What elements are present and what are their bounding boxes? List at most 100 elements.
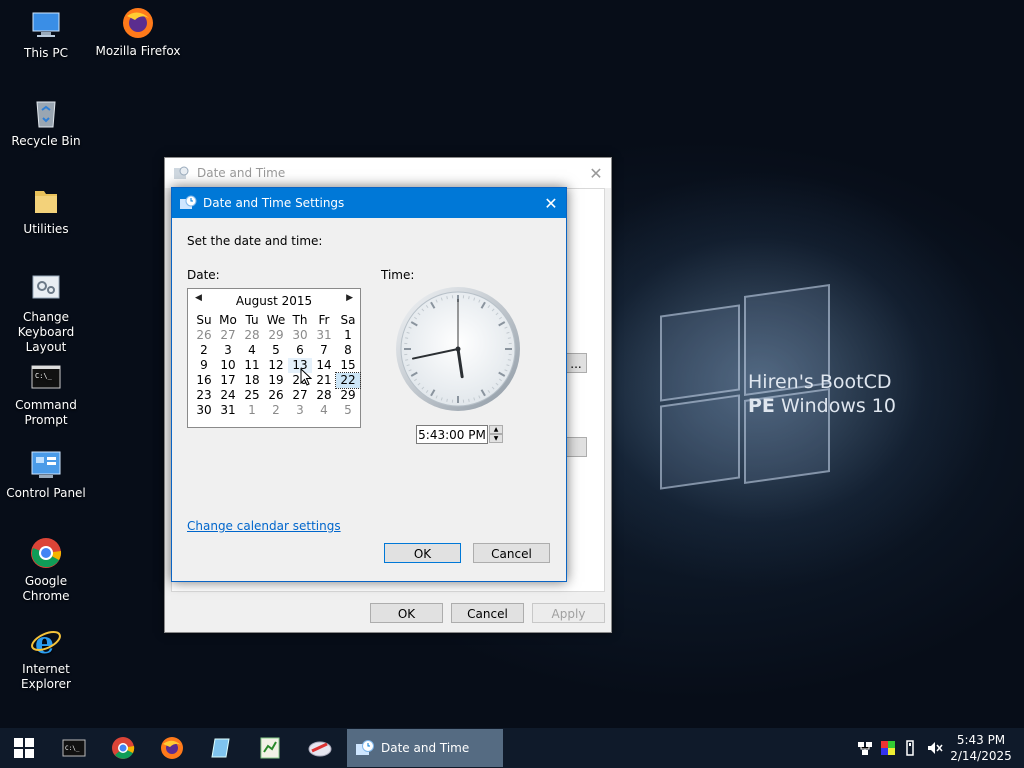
- close-icon[interactable]: ✕: [536, 194, 566, 213]
- calendar-day[interactable]: 4: [312, 403, 336, 418]
- taskbar-spreadsheet[interactable]: [246, 728, 294, 768]
- taskbar-tool[interactable]: [296, 728, 344, 768]
- desktop-icon-google-chrome[interactable]: Google Chrome: [0, 536, 92, 604]
- ok-button[interactable]: OK: [384, 543, 461, 563]
- start-button[interactable]: [0, 728, 48, 768]
- taskbar-active-date-and-time[interactable]: Date and Time: [347, 729, 503, 767]
- title-bar[interactable]: Date and Time Settings ✕: [172, 188, 566, 218]
- taskbar-firefox[interactable]: [148, 728, 196, 768]
- time-label: Time:: [381, 268, 415, 282]
- calendar-week: 26 27 28 29 30 31 1: [192, 328, 360, 343]
- calendar-day[interactable]: 27: [216, 328, 240, 343]
- apply-button[interactable]: Apply: [532, 603, 605, 623]
- desktop-icon-firefox[interactable]: Mozilla Firefox: [92, 6, 184, 59]
- clock-tick: [446, 398, 448, 402]
- calendar-day[interactable]: 11: [240, 358, 264, 373]
- mouse-cursor-icon: [300, 368, 312, 386]
- desktop-icon-internet-explorer[interactable]: e Internet Explorer: [0, 624, 92, 692]
- calendar-day[interactable]: 5: [264, 343, 288, 358]
- calendar-day[interactable]: 4: [240, 343, 264, 358]
- tool-icon: [308, 741, 332, 757]
- chrome-icon: [112, 737, 135, 759]
- calendar-day[interactable]: 16: [192, 373, 216, 388]
- weekday-header: Tu: [245, 313, 259, 327]
- date-label: Date:: [187, 268, 220, 282]
- calendar-day[interactable]: 2: [192, 343, 216, 358]
- desktop-icon-utilities[interactable]: Utilities: [0, 184, 92, 237]
- desktop-icon-label: Recycle Bin: [11, 134, 81, 148]
- calendar-day[interactable]: 26: [264, 388, 288, 403]
- calendar-day[interactable]: 12: [264, 358, 288, 373]
- spreadsheet-icon: [260, 737, 280, 759]
- calendar-day[interactable]: 30: [192, 403, 216, 418]
- calendar-day[interactable]: 31: [312, 328, 336, 343]
- desktop-icon-this-pc[interactable]: This PC: [0, 8, 92, 61]
- calendar-week: 30 31 1 2 3 4 5: [192, 403, 360, 418]
- calendar-day[interactable]: 3: [216, 343, 240, 358]
- calendar-day[interactable]: 14: [312, 358, 336, 373]
- taskbar-notepad[interactable]: [197, 728, 245, 768]
- calendar-day[interactable]: 27: [288, 388, 312, 403]
- calendar-day[interactable]: 30: [288, 328, 312, 343]
- svg-text:e: e: [35, 626, 54, 658]
- calendar-day[interactable]: 15: [336, 358, 360, 373]
- calendar-day[interactable]: 2: [264, 403, 288, 418]
- cancel-button[interactable]: Cancel: [473, 543, 550, 563]
- calendar-day[interactable]: 3: [288, 403, 312, 418]
- calendar-day[interactable]: 21: [312, 373, 336, 388]
- calendar-day[interactable]: 8: [336, 343, 360, 358]
- calendar-day[interactable]: 26: [192, 328, 216, 343]
- calendar-day[interactable]: 19: [264, 373, 288, 388]
- desktop-icon-recycle-bin[interactable]: Recycle Bin: [0, 96, 92, 149]
- change-calendar-settings-link[interactable]: Change calendar settings: [187, 519, 341, 533]
- cancel-button[interactable]: Cancel: [451, 603, 524, 623]
- calendar[interactable]: ◀ August 2015 ▶ Su Mo Tu We Th Fr Sa 26 27 28 29 3…: [187, 288, 361, 428]
- firefox-icon: [121, 6, 155, 40]
- clock-tick: [405, 337, 409, 339]
- color-icon[interactable]: [880, 740, 896, 756]
- calendar-day[interactable]: 29: [264, 328, 288, 343]
- ok-button[interactable]: OK: [370, 603, 443, 623]
- network-icon[interactable]: [856, 740, 874, 756]
- taskbar-chrome[interactable]: [99, 728, 147, 768]
- title-bar[interactable]: Date and Time ✕: [165, 158, 611, 188]
- command-prompt-icon: C:\_: [29, 360, 63, 394]
- clock-tick: [468, 296, 470, 300]
- close-icon[interactable]: ✕: [581, 164, 611, 183]
- volume-muted-icon[interactable]: [926, 740, 944, 756]
- calendar-day[interactable]: 23: [192, 388, 216, 403]
- calendar-day[interactable]: 28: [312, 388, 336, 403]
- control-panel-icon: [29, 448, 63, 482]
- calendar-day[interactable]: 10: [216, 358, 240, 373]
- calendar-day[interactable]: 24: [216, 388, 240, 403]
- calendar-day[interactable]: 6: [288, 343, 312, 358]
- time-spinner[interactable]: ▲ ▼: [489, 425, 503, 444]
- calendar-day[interactable]: 28: [240, 328, 264, 343]
- calendar-day[interactable]: 29: [336, 388, 360, 403]
- calendar-day[interactable]: 7: [312, 343, 336, 358]
- partial-button[interactable]: ...: [565, 353, 587, 373]
- calendar-day[interactable]: 18: [240, 373, 264, 388]
- calendar-day[interactable]: 25: [240, 388, 264, 403]
- desktop-icon-control-panel[interactable]: Control Panel: [0, 448, 92, 501]
- calendar-day[interactable]: 5: [336, 403, 360, 418]
- calendar-day[interactable]: 22: [335, 372, 361, 389]
- calendar-month[interactable]: August 2015: [188, 294, 360, 308]
- desktop-icon-change-keyboard-layout[interactable]: Change Keyboard Layout: [0, 272, 92, 355]
- firefox-icon: [161, 737, 183, 759]
- calendar-day[interactable]: 9: [192, 358, 216, 373]
- calendar-day[interactable]: 17: [216, 373, 240, 388]
- partial-button-2[interactable]: [565, 437, 587, 457]
- time-input[interactable]: 5:43:00 PM: [416, 425, 488, 444]
- spin-down-icon[interactable]: ▼: [489, 434, 503, 443]
- taskbar-clock[interactable]: 5:43 PM 2/14/2025: [946, 732, 1016, 764]
- taskbar-command-prompt[interactable]: C:\_: [50, 728, 98, 768]
- calendar-day[interactable]: 31: [216, 403, 240, 418]
- next-month-icon[interactable]: ▶: [346, 293, 353, 303]
- weekday-header: Th: [292, 313, 308, 327]
- desktop-icon-command-prompt[interactable]: C:\_ Command Prompt: [0, 360, 92, 428]
- calendar-day[interactable]: 1: [336, 328, 360, 343]
- usb-icon[interactable]: [904, 740, 916, 756]
- calendar-day[interactable]: 1: [240, 403, 264, 418]
- spin-up-icon[interactable]: ▲: [489, 425, 503, 434]
